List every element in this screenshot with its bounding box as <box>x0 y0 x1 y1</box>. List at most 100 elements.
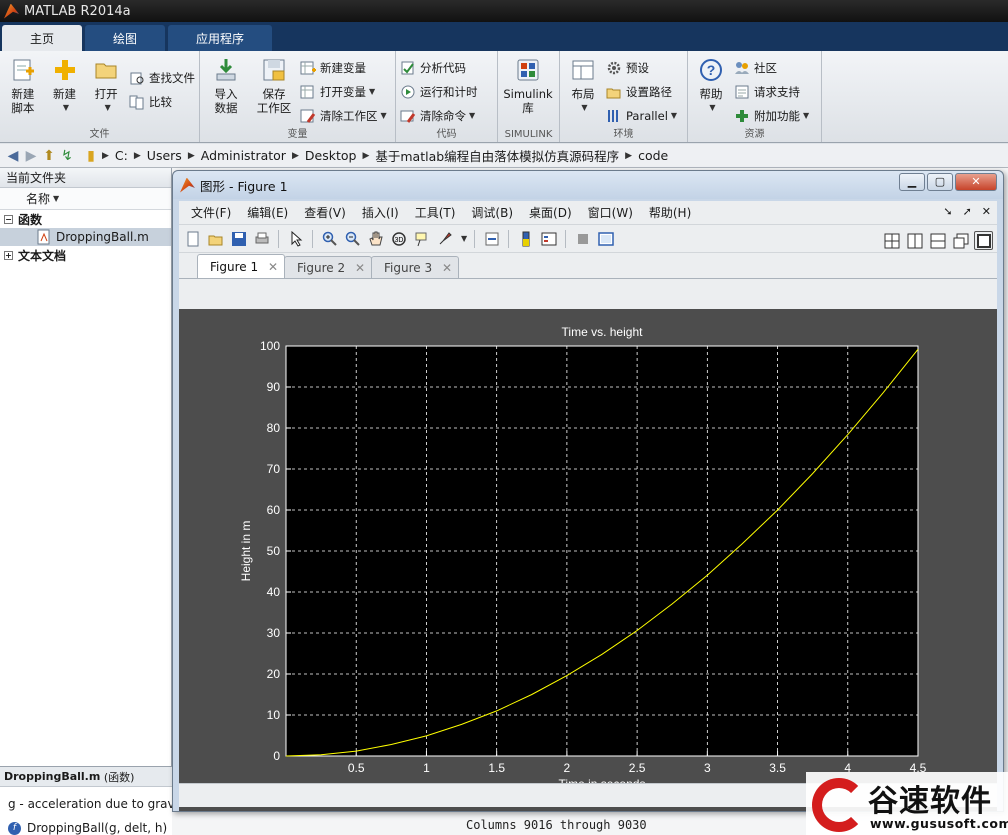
maximize-figure-icon[interactable] <box>974 231 993 250</box>
find-files-button[interactable]: 查找文件 <box>129 67 195 88</box>
layout-label: 布局 <box>571 87 595 101</box>
undock-arrow-icon[interactable]: ➚ <box>963 205 972 218</box>
breadcrumb-item[interactable]: Administrator <box>201 148 286 163</box>
zoom-out-icon[interactable] <box>343 229 362 248</box>
file-droppingball[interactable]: DroppingBall.m <box>0 228 171 246</box>
save-icon[interactable] <box>229 229 248 248</box>
analyze-code-button[interactable]: 分析代码 <box>400 57 478 78</box>
close-tab-icon[interactable]: ✕ <box>442 261 452 275</box>
link-plot-icon[interactable] <box>482 229 501 248</box>
browse-folder-icon[interactable]: ↯ <box>58 148 76 164</box>
menu-desktop[interactable]: 桌面(D) <box>521 204 580 221</box>
figure-titlebar[interactable]: 图形 - Figure 1 <box>173 171 1003 199</box>
set-path-button[interactable]: 设置路径 <box>606 81 677 102</box>
minimize-button[interactable]: ▁ <box>899 173 925 191</box>
float-window-icon[interactable] <box>951 231 970 250</box>
tab-apps[interactable]: 应用程序 <box>168 25 273 51</box>
request-support-button[interactable]: 请求支持 <box>734 81 809 102</box>
tab-figure-1[interactable]: Figure 1 ✕ <box>197 254 285 278</box>
breadcrumb-item[interactable]: code <box>638 148 668 163</box>
show-tools-icon[interactable] <box>596 229 615 248</box>
clear-commands-button[interactable]: 清除命令 ▼ <box>400 105 478 126</box>
legend-icon[interactable] <box>539 229 558 248</box>
name-column-header[interactable]: 名称 ▼ <box>0 188 171 210</box>
menu-debug[interactable]: 调试(B) <box>463 204 521 221</box>
tab-plots[interactable]: 绘图 <box>85 25 166 51</box>
dock-arrow-icon[interactable]: ➘ <box>943 205 952 218</box>
chart-svg[interactable]: 0.5 1 1.5 2 2.5 3 3.5 4 4.5010203040506070809010… <box>179 309 997 811</box>
colorbar-icon[interactable] <box>516 229 535 248</box>
community-button[interactable]: 社区 <box>734 57 809 78</box>
tab-label: Figure 2 <box>297 260 346 275</box>
group-text-docs[interactable]: + 文本文档 <box>0 246 171 264</box>
breadcrumb-item[interactable]: 基于matlab编程自由落体模拟仿真源码程序 <box>375 146 619 165</box>
plot-canvas[interactable]: 0.5 1 1.5 2 2.5 3 3.5 4 4.5 0 10 20 30 40 50 60 70 80 90 10… <box>179 309 997 811</box>
menu-view[interactable]: 查看(V) <box>296 204 354 221</box>
parallel-button[interactable]: Parallel ▼ <box>606 105 677 126</box>
tab-figure-3[interactable]: Figure 3 ✕ <box>371 256 459 278</box>
close-tab-icon[interactable]: ✕ <box>268 260 278 274</box>
menu-file[interactable]: 文件(F) <box>183 204 239 221</box>
clear-workspace-icon <box>300 109 316 123</box>
preferences-button[interactable]: 预设 <box>606 57 677 78</box>
menu-tools[interactable]: 工具(T) <box>407 204 464 221</box>
matlab-logo-icon <box>4 3 19 19</box>
chevron-down-icon: ▼ <box>104 103 111 112</box>
brush-icon[interactable] <box>435 229 454 248</box>
data-cursor-icon[interactable] <box>412 229 431 248</box>
open-file-icon[interactable] <box>206 229 225 248</box>
tab-home[interactable]: 主页 <box>2 25 83 51</box>
tab-label: Figure 3 <box>384 260 433 275</box>
zoom-in-icon[interactable] <box>320 229 339 248</box>
new-figure-icon[interactable] <box>183 229 202 248</box>
forward-arrow-icon[interactable]: ▶ <box>22 148 40 164</box>
expand-icon[interactable]: + <box>4 250 13 260</box>
details-description: g - acceleration due to grav <box>8 797 172 811</box>
group-functions[interactable]: − 函数 <box>0 210 171 228</box>
collapse-icon[interactable]: − <box>4 214 13 224</box>
clear-workspace-button[interactable]: 清除工作区 ▼ <box>300 105 387 126</box>
current-folder-panel: 当前文件夹 名称 ▼ − 函数 DroppingBall.m + 文本文档 <box>0 168 172 835</box>
figure-title: 图形 - Figure 1 <box>200 178 288 194</box>
breadcrumb-item[interactable]: C: <box>115 148 128 163</box>
open-label: 打开 <box>94 87 118 101</box>
up-folder-icon[interactable]: ⬆ <box>40 148 58 164</box>
close-button[interactable]: ✕ <box>955 173 997 191</box>
menu-edit[interactable]: 编辑(E) <box>239 204 296 221</box>
rotate-3d-icon[interactable]: 3D <box>389 229 408 248</box>
x-tick-label: 1 <box>423 761 430 775</box>
hide-tools-icon[interactable] <box>573 229 592 248</box>
breadcrumb-item[interactable]: Users <box>147 148 182 163</box>
menu-insert[interactable]: 插入(I) <box>354 204 407 221</box>
breadcrumb-item[interactable]: Desktop <box>305 148 357 163</box>
simulink-group: Simulink 库 SIMULINK <box>498 51 560 142</box>
menu-help[interactable]: 帮助(H) <box>641 204 699 221</box>
tile-grid-icon[interactable] <box>882 231 901 250</box>
y-tick-label: 90 <box>267 380 281 394</box>
tile-rows-icon[interactable] <box>928 231 947 250</box>
back-arrow-icon[interactable]: ◀ <box>4 148 22 164</box>
axes-background <box>285 345 919 757</box>
toolbar-separator <box>278 229 279 248</box>
open-variable-button[interactable]: 打开变量 ▼ <box>300 81 387 102</box>
chevron-down-icon: ▼ <box>803 111 810 120</box>
tile-columns-icon[interactable] <box>905 231 924 250</box>
code-group-label: 代码 <box>436 129 457 140</box>
tab-figure-2[interactable]: Figure 2 ✕ <box>284 256 372 278</box>
chevron-down-icon[interactable]: ▼ <box>461 234 467 243</box>
compare-button[interactable]: 比较 <box>129 91 195 112</box>
menu-window[interactable]: 窗口(W) <box>580 204 641 221</box>
close-figure-icon[interactable]: ✕ <box>982 205 991 218</box>
pan-hand-icon[interactable] <box>366 229 385 248</box>
figure-window[interactable]: 图形 - Figure 1 ▁ ▢ ✕ 文件(F) 编辑(E) 查看(V) 插入… <box>172 170 1004 812</box>
close-tab-icon[interactable]: ✕ <box>355 261 365 275</box>
run-and-time-button[interactable]: 运行和计时 <box>400 81 478 102</box>
print-icon[interactable] <box>252 229 271 248</box>
find-files-label: 查找文件 <box>149 70 196 85</box>
add-ons-button[interactable]: 附加功能 ▼ <box>734 105 809 126</box>
new-script-label: 新建 脚本 <box>11 87 35 115</box>
resources-group-label: 资源 <box>744 129 765 140</box>
new-variable-button[interactable]: 新建变量 <box>300 57 387 78</box>
maximize-button[interactable]: ▢ <box>927 173 953 191</box>
pointer-icon[interactable] <box>286 229 305 248</box>
